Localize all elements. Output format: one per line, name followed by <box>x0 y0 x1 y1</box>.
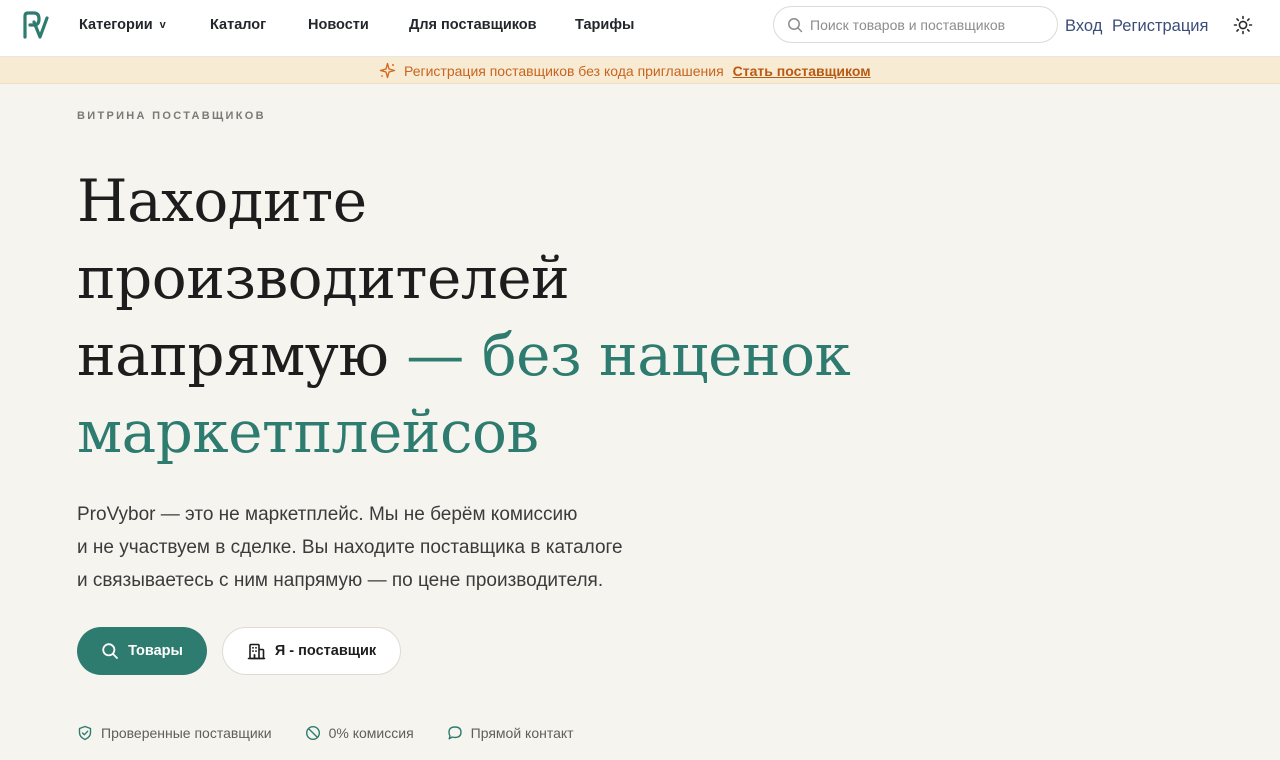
login-link[interactable]: Вход <box>1065 16 1102 36</box>
i-am-supplier-button[interactable]: Я - поставщик <box>222 627 401 675</box>
hero-eyebrow: ВИТРИНА ПОСТАВЩИКОВ <box>77 110 266 122</box>
chevron-down-icon: v <box>159 19 166 31</box>
nav-categories[interactable]: Категории v <box>79 16 166 34</box>
register-link[interactable]: Регистрация <box>1112 16 1208 36</box>
banner-content: Регистрация поставщиков без кода приглаш… <box>379 57 871 84</box>
feature-verified-label: Проверенные поставщики <box>101 725 272 741</box>
nav-tariffs[interactable]: Тарифы <box>575 16 634 34</box>
become-supplier-link[interactable]: Стать поставщиком <box>733 63 871 79</box>
announcement-banner: Регистрация поставщиков без кода приглаш… <box>0 57 1280 84</box>
no-commission-icon <box>305 725 320 741</box>
nav-news[interactable]: Новости <box>308 16 369 34</box>
hero-title-plain: напрямую <box>77 321 389 389</box>
shield-check-icon <box>78 725 92 741</box>
chat-bubble-icon <box>447 726 462 740</box>
feature-commission-label: 0% комиссия <box>328 725 414 741</box>
building-icon <box>247 643 266 659</box>
search-icon <box>102 643 118 659</box>
provybor-logo-icon[interactable] <box>22 10 50 40</box>
products-button[interactable]: Товары <box>77 627 207 675</box>
i-am-supplier-button-label: Я - поставщик <box>274 643 377 659</box>
search-box[interactable] <box>773 6 1058 43</box>
sparkle-icon <box>379 62 396 79</box>
sun-icon[interactable] <box>1233 15 1253 35</box>
nav-categories-label: Категории <box>79 17 153 33</box>
hero-title-line-3: напрямую — без наценок <box>77 317 977 394</box>
features-row: Проверенные поставщики 0% комиссия Прямо… <box>77 722 607 744</box>
feature-direct-contact-label: Прямой контакт <box>470 725 574 741</box>
search-input[interactable] <box>810 14 1045 36</box>
feature-verified: Проверенные поставщики <box>77 725 272 741</box>
hero-title-line-1: Находите <box>77 167 367 235</box>
products-button-label: Товары <box>128 643 183 659</box>
hero-title-line-2: производителей <box>77 244 570 312</box>
top-header: Категории v Каталог Новости Для поставщик… <box>0 0 1280 57</box>
hero-title-accent: — без наценок <box>406 321 851 389</box>
hero-title-line-4: маркетплейсов <box>77 398 539 466</box>
nav-for-suppliers[interactable]: Для поставщиков <box>409 16 537 34</box>
hero-description-line-1: ProVybor — это не маркетплейс. Мы не бер… <box>77 504 578 525</box>
hero-description-line-3: и связываетесь с ним напрямую — по цене … <box>77 570 604 591</box>
hero-description-line-2: и не участвуем в сделке. Вы находите пос… <box>77 537 623 558</box>
hero-title: Находите производителей напрямую — без н… <box>77 163 977 471</box>
search-icon <box>788 18 803 33</box>
hero-description: ProVybor — это не маркетплейс. Мы не бер… <box>77 498 737 597</box>
feature-direct-contact: Прямой контакт <box>447 725 574 741</box>
feature-commission: 0% комиссия <box>305 725 414 741</box>
banner-text: Регистрация поставщиков без кода приглаш… <box>404 62 724 79</box>
nav-catalog[interactable]: Каталог <box>210 16 266 34</box>
